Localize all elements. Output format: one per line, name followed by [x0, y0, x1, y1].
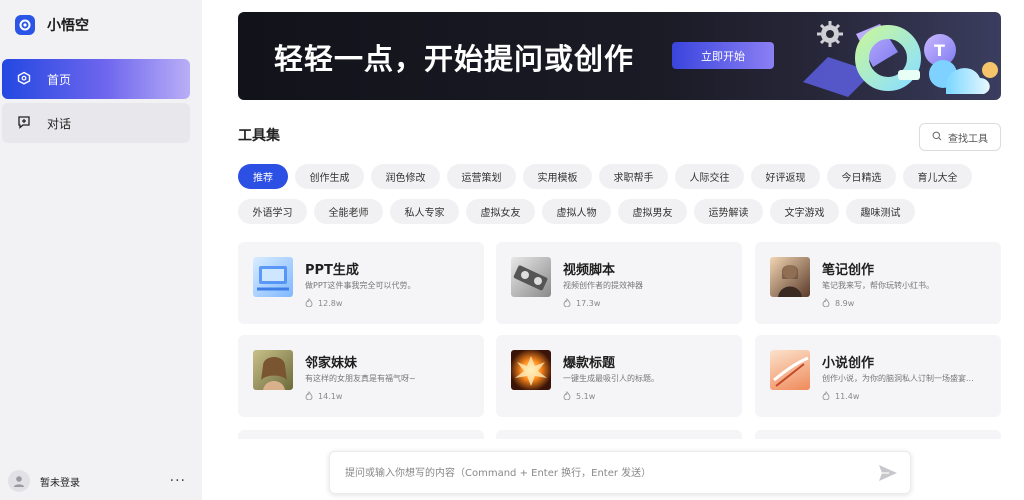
notes-thumbnail [770, 257, 810, 297]
usage-count: 12.8w [305, 297, 342, 309]
tool-card-partial[interactable] [496, 430, 742, 439]
usage-count: 17.3w [563, 297, 600, 309]
fire-icon [822, 297, 830, 309]
novel-thumbnail [770, 350, 810, 390]
nav-item-label: 对话 [47, 116, 72, 131]
category-chip[interactable]: 虚拟女友 [466, 199, 535, 224]
category-chip[interactable]: 趣味测试 [846, 199, 915, 224]
card-description: 有这样的女朋友真是有福气呀~ [305, 374, 416, 383]
user-name: 暂未登录 [40, 477, 80, 489]
category-chip[interactable]: 运势解读 [694, 199, 763, 224]
tool-card[interactable]: 视频脚本 视频创作者的提效神器 17.3w [496, 242, 742, 324]
category-chip[interactable]: 育儿大全 [903, 164, 972, 189]
sidebar: 小悟空 首页 对话 暂未登录 ··· [0, 0, 202, 500]
search-tool-label: 查找工具 [948, 133, 988, 145]
banner-title: 轻轻一点，开始提问或创作 [274, 42, 635, 76]
ppt-thumbnail [253, 257, 293, 297]
card-title: 小说创作 [822, 356, 875, 371]
card-description: 笔记我来写，帮你玩转小红书。 [822, 281, 934, 290]
card-title: 爆款标题 [563, 356, 616, 371]
prompt-input[interactable] [345, 464, 865, 482]
category-chip[interactable]: 虚拟人物 [542, 199, 611, 224]
tool-card[interactable]: 小说创作 创作小说，为你的脑洞私人订制一场盛宴... 11.4w [755, 335, 1001, 417]
card-title: 邻家妹妹 [305, 356, 358, 371]
card-description: 视频创作者的提效神器 [563, 281, 643, 290]
video-thumbnail [511, 257, 551, 297]
tool-card[interactable]: PPT生成 做PPT这件事我完全可以代劳。 12.8w [238, 242, 484, 324]
send-icon[interactable] [878, 464, 898, 482]
card-title: PPT生成 [305, 263, 359, 278]
nav-item-chat[interactable]: 对话 [2, 103, 190, 143]
tool-card-partial[interactable] [238, 430, 484, 439]
category-chip[interactable]: 润色修改 [371, 164, 440, 189]
more-icon[interactable]: ··· [170, 473, 186, 489]
start-button[interactable]: 立即开始 [672, 42, 774, 69]
gear-icon [817, 21, 843, 47]
prompt-box [329, 451, 911, 494]
fire-icon [563, 390, 571, 402]
hero-banner[interactable]: 轻轻一点，开始提问或创作 立即开始 T [238, 12, 1001, 100]
search-icon [932, 131, 942, 144]
category-chip[interactable]: 创作生成 [295, 164, 364, 189]
usage-count: 14.1w [305, 390, 342, 402]
brand[interactable]: 小悟空 [15, 15, 89, 35]
fire-icon [822, 390, 830, 402]
card-description: 一键生成最吸引人的标题。 [563, 374, 659, 383]
category-chip[interactable]: 私人专家 [390, 199, 459, 224]
section-title: 工具集 [238, 128, 280, 144]
sister-thumbnail [253, 350, 293, 390]
card-title: 视频脚本 [563, 263, 616, 278]
card-description: 做PPT这件事我完全可以代劳。 [305, 281, 416, 290]
category-chip[interactable]: 文字游戏 [770, 199, 839, 224]
nav-item-label: 首页 [47, 72, 72, 87]
nav-item-home[interactable]: 首页 [2, 59, 190, 99]
user-area[interactable]: 暂未登录 ··· [8, 470, 194, 492]
category-chip[interactable]: 好评返现 [751, 164, 820, 189]
card-description: 创作小说，为你的脑洞私人订制一场盛宴... [822, 374, 974, 383]
tool-card[interactable]: 邻家妹妹 有这样的女朋友真是有福气呀~ 14.1w [238, 335, 484, 417]
category-chip[interactable]: 虚拟男友 [618, 199, 687, 224]
chat-icon [17, 115, 31, 132]
search-tool-button[interactable]: 查找工具 [919, 123, 1001, 151]
category-chip[interactable]: 今日精选 [827, 164, 896, 189]
category-chip[interactable]: 运营策划 [447, 164, 516, 189]
usage-count: 11.4w [822, 390, 859, 402]
category-chip[interactable]: 人际交往 [675, 164, 744, 189]
avatar[interactable] [8, 470, 30, 492]
usage-count: 5.1w [563, 390, 595, 402]
headline-thumbnail [511, 350, 551, 390]
category-chip[interactable]: 全能老师 [314, 199, 383, 224]
category-chip[interactable]: 推荐 [238, 164, 288, 189]
tool-card[interactable]: 笔记创作 笔记我来写，帮你玩转小红书。 8.9w [755, 242, 1001, 324]
category-chip[interactable]: 求职帮手 [599, 164, 668, 189]
category-row-2: 外语学习 全能老师 私人专家 虚拟女友 虚拟人物 虚拟男友 运势解读 文字游戏 … [238, 199, 915, 224]
card-title: 笔记创作 [822, 263, 875, 278]
tool-card-partial[interactable] [755, 430, 1001, 439]
home-icon [17, 71, 31, 88]
banner-illustration: T [803, 21, 998, 97]
category-chip[interactable]: 外语学习 [238, 199, 307, 224]
category-chip[interactable]: 实用模板 [523, 164, 592, 189]
fire-icon [305, 390, 313, 402]
logo-icon [15, 15, 35, 35]
tool-card[interactable]: 爆款标题 一键生成最吸引人的标题。 5.1w [496, 335, 742, 417]
svg-text:T: T [934, 41, 945, 60]
usage-count: 8.9w [822, 297, 854, 309]
app-name: 小悟空 [47, 18, 89, 34]
fire-icon [305, 297, 313, 309]
category-row-1: 推荐 创作生成 润色修改 运营策划 实用模板 求职帮手 人际交往 好评返现 今日… [238, 164, 972, 189]
fire-icon [563, 297, 571, 309]
